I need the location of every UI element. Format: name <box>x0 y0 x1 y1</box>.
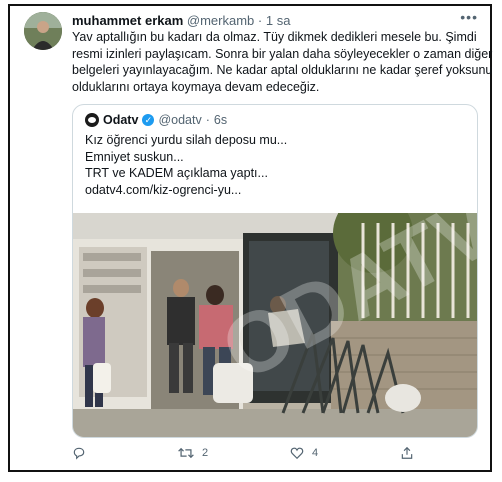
quote-text: Kız öğrenci yurdu silah deposu mu... Emn… <box>85 132 287 198</box>
author-avatar[interactable] <box>24 12 62 50</box>
tweet-timestamp[interactable]: 1 sa <box>266 13 291 28</box>
share-icon <box>400 446 414 460</box>
more-icon[interactable]: ••• <box>460 9 478 25</box>
tweet-text-line: Yav aptallığın bu kadarı da olmaz. Tüy d… <box>72 30 477 44</box>
retweet-count: 2 <box>202 447 209 459</box>
like-count: 4 <box>312 447 319 459</box>
tweet-card: muhammet erkam @merkamb · 1 sa ••• Yav a… <box>8 4 492 472</box>
quote-text-line: Emniyet suskun... <box>85 149 184 164</box>
separator-dot: · <box>257 13 263 28</box>
quote-text-line: TRT ve KADEM açıklama yaptı... <box>85 166 268 180</box>
share-button[interactable] <box>400 446 414 460</box>
quote-text-line: Kız öğrenci yurdu silah deposu mu... <box>85 133 288 147</box>
quote-avatar <box>85 113 99 127</box>
quote-timestamp: 6s <box>213 113 228 127</box>
verified-icon: ✓ <box>142 114 155 126</box>
author-handle[interactable]: @merkamb <box>187 13 254 28</box>
retweet-icon <box>178 446 194 460</box>
quote-text-line: odatv4.com/kiz-ogrenci-yu... <box>85 182 242 197</box>
tweet-text: Yav aptallığın bu kadarı da olmaz. Tüy d… <box>72 29 493 95</box>
quote-header: Odatv ✓ @odatv · 6s <box>85 113 227 127</box>
quote-photo[interactable]: ODATV <box>73 213 478 438</box>
quote-author-handle: @odatv <box>158 113 202 127</box>
like-icon <box>290 446 304 460</box>
like-button[interactable]: 4 <box>290 446 318 460</box>
author-row: muhammet erkam @merkamb · 1 sa <box>72 13 290 28</box>
tweet-text-line: olduklarını ortaya koymaya devam edeceği… <box>72 79 320 94</box>
reply-button[interactable] <box>72 446 86 460</box>
quote-author-name: Odatv <box>103 113 139 127</box>
quoted-tweet[interactable]: Odatv ✓ @odatv · 6s Kız öğrenci yurdu si… <box>72 104 478 438</box>
quote-separator-dot: · <box>205 113 210 127</box>
author-name[interactable]: muhammet erkam <box>72 13 183 28</box>
retweet-button[interactable]: 2 <box>178 446 208 460</box>
reply-icon <box>72 446 86 460</box>
tweet-actions: 2 4 <box>72 446 478 466</box>
tweet-text-line: resmi izinleri paylaşıcam. Sonra bir yal… <box>72 46 493 61</box>
tweet-text-line: belgeleri yayınlayacağım. Ne kadar aptal… <box>72 63 493 77</box>
